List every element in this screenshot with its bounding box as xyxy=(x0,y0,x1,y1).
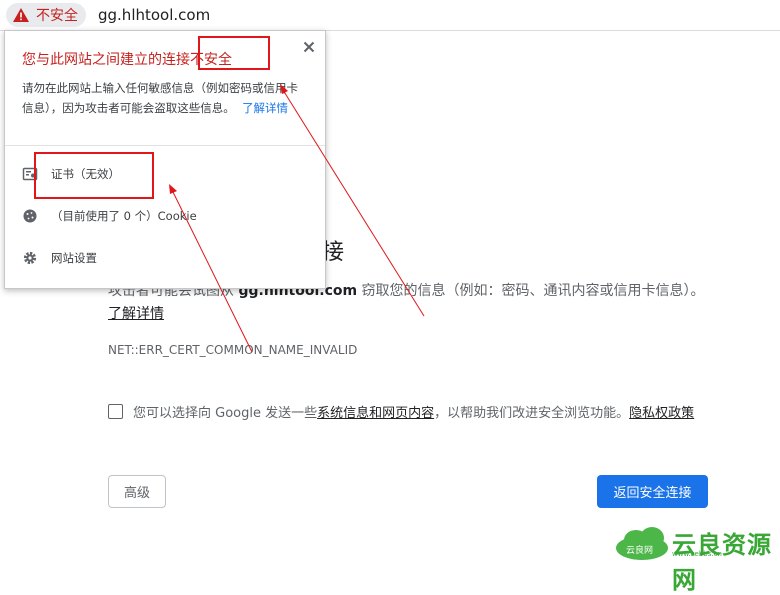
report-option: 您可以选择向 Google 发送一些 系统信息和网页内容 ，以帮助我们改进安全浏览功… xyxy=(108,402,694,421)
cookies-row[interactable]: （目前使用了 0 个）Cookie xyxy=(22,208,197,224)
report-checkbox[interactable] xyxy=(108,404,123,419)
annotation-box-insecure xyxy=(198,36,270,70)
popup-body: 请勿在此网站上输入任何敏感信息（例如密码或信用卡信息），因为攻击者可能会盗取这些… xyxy=(22,78,307,118)
url-text[interactable]: gg.hlhtool.com xyxy=(98,6,210,24)
popup-title-text: 您与此网站之间建立的连接 xyxy=(22,52,190,68)
report-text: 您可以选择向 Google 发送一些 xyxy=(133,406,318,421)
annotation-box-certificate xyxy=(34,152,154,199)
security-label: 不安全 xyxy=(36,8,78,24)
security-chip[interactable]: 不安全 xyxy=(6,3,86,27)
popup-learn-more-link[interactable]: 了解详情 xyxy=(242,101,288,115)
cookies-label: （目前使用了 0 个）Cookie xyxy=(51,209,197,223)
desc-text-2: 窃取您的信息（例如：密码、通讯内容或信用卡信息）。 xyxy=(357,283,705,299)
watermark-cloud-label: 云良网 xyxy=(626,546,654,556)
error-code: NET::ERR_CERT_COMMON_NAME_INVALID xyxy=(108,343,358,357)
watermark-brand: 云良资源网 xyxy=(672,531,772,594)
back-to-safety-button[interactable]: 返回安全连接 xyxy=(597,475,708,508)
learn-more-link[interactable]: 了解详情 xyxy=(108,306,164,322)
site-settings-row[interactable]: 网站设置 xyxy=(22,250,97,266)
close-icon[interactable] xyxy=(301,39,317,55)
cookie-icon xyxy=(23,209,37,223)
system-info-link[interactable]: 系统信息和网页内容 xyxy=(317,402,434,421)
report-text-2: ，以帮助我们改进安全浏览功能。 xyxy=(434,406,630,421)
popup-divider xyxy=(5,145,325,146)
privacy-link[interactable]: 隐私权政策 xyxy=(629,402,694,421)
warning-icon xyxy=(13,8,29,22)
advanced-button[interactable]: 高级 xyxy=(108,475,166,508)
address-bar: 不安全 gg.hlhtool.com xyxy=(0,0,780,30)
watermark-site: www.kebbs.cn xyxy=(672,550,722,558)
gear-icon xyxy=(23,251,37,265)
site-settings-label: 网站设置 xyxy=(51,251,97,265)
